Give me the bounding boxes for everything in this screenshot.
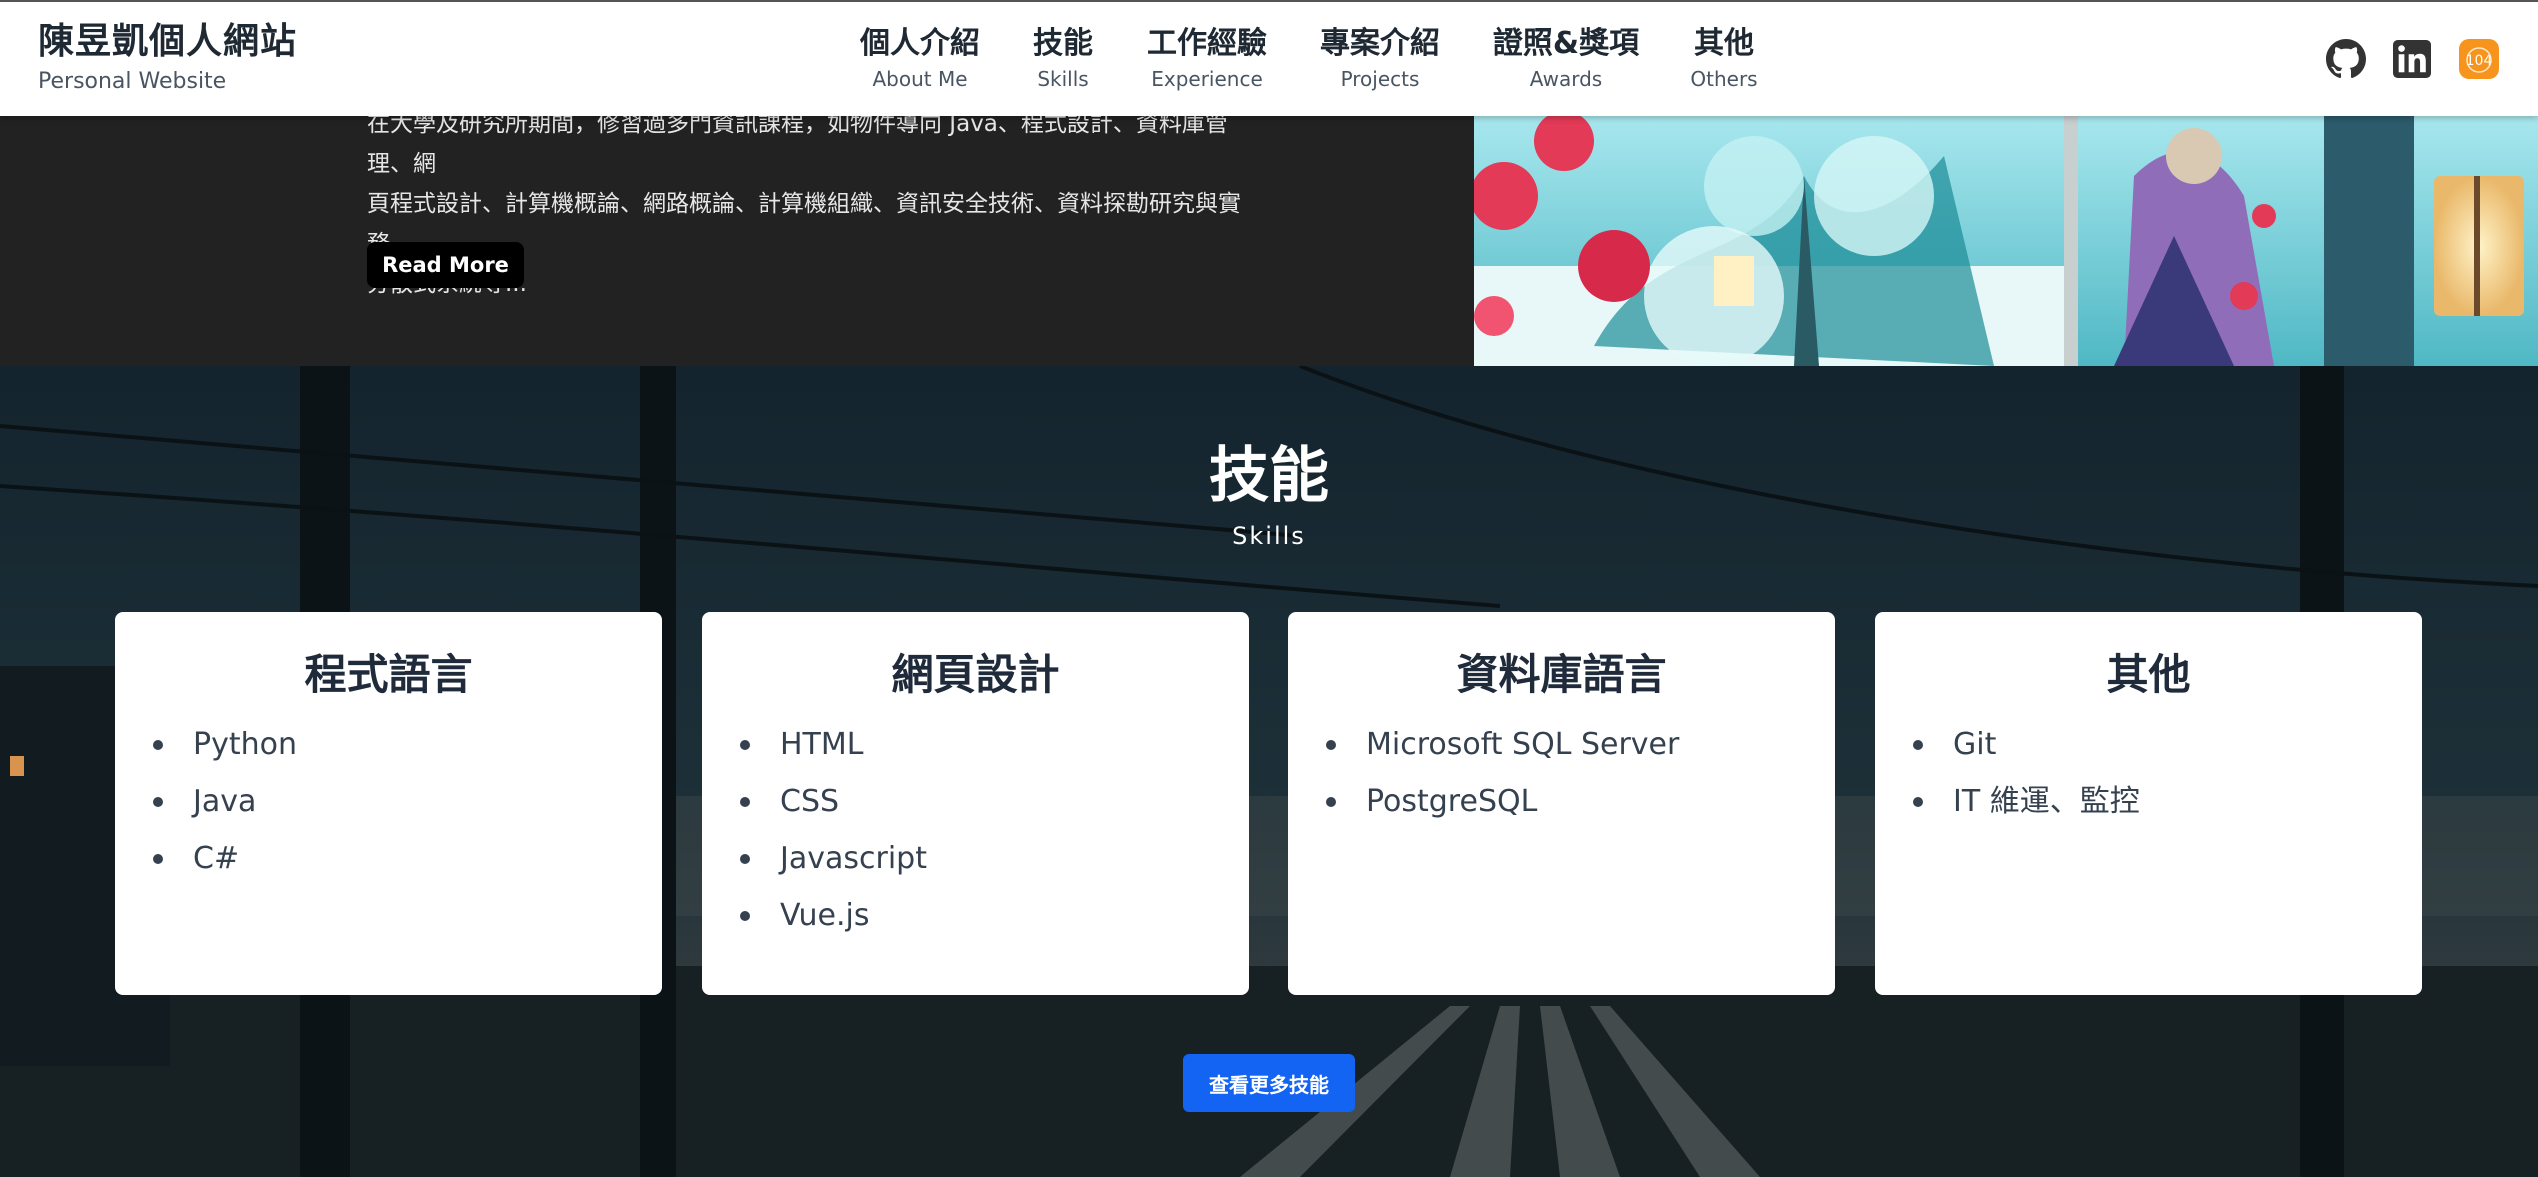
skill-card-title: 程式語言	[304, 650, 473, 699]
bullet-icon	[740, 739, 750, 750]
bullet-icon	[740, 910, 750, 921]
about-illustration	[1474, 116, 2538, 366]
skill-item-label: Vue.js	[780, 898, 870, 933]
navbar: 陳昱凱個人網站 Personal Website 個人介紹 About Me 技…	[0, 0, 2538, 116]
about-line: 在大學及研究所期間，修習過多門資訊課程，如物件導向 Java、程式設計、資料庫管…	[367, 116, 1228, 177]
bullet-icon	[153, 853, 163, 864]
nav-label-en: Awards	[1529, 67, 1603, 91]
bullet-icon	[740, 853, 750, 864]
anime-winter-scene-image	[1474, 116, 2538, 366]
github-icon	[2326, 39, 2366, 79]
skill-item-label: PostgreSQL	[1366, 784, 1538, 819]
nav-label-en: Skills	[1037, 67, 1089, 91]
more-skills-button[interactable]: 查看更多技能	[1183, 1054, 1355, 1112]
skill-card-database: 資料庫語言 Microsoft SQL Server PostgreSQL	[1288, 612, 1835, 995]
skill-item: Python	[153, 716, 662, 773]
nav-others[interactable]: 其他 Others	[1690, 24, 1757, 92]
skill-item: HTML	[740, 716, 1249, 773]
skill-card-title: 資料庫語言	[1456, 650, 1667, 699]
skill-card-title: 網頁設計	[891, 650, 1060, 699]
skills-subtitle: Skills	[1232, 522, 1306, 550]
nav-label-zh: 技能	[1033, 26, 1093, 61]
skill-item: Java	[153, 773, 662, 830]
bullet-icon	[1913, 796, 1923, 807]
skills-title: 技能	[1209, 441, 1329, 511]
nav-projects[interactable]: 專案介紹 Projects	[1320, 24, 1440, 92]
skill-item-label: HTML	[780, 727, 864, 762]
nav-label-zh: 證照&獎項	[1492, 26, 1640, 61]
skill-item-label: Python	[193, 727, 297, 762]
bullet-icon	[1326, 796, 1336, 807]
nav-label-en: Projects	[1340, 67, 1420, 91]
skill-list: Python Java C#	[115, 716, 662, 887]
skill-item-label: Git	[1953, 727, 1997, 762]
nav-label-zh: 個人介紹	[860, 26, 980, 61]
skill-list: HTML CSS Javascript Vue.js	[702, 716, 1249, 944]
about-section: 在大學及研究所期間，修習過多門資訊課程，如物件導向 Java、程式設計、資料庫管…	[0, 116, 1474, 366]
nav-skills[interactable]: 技能 Skills	[1033, 24, 1093, 92]
skill-card-others: 其他 Git IT 維運、監控	[1875, 612, 2422, 995]
linkedin-link[interactable]	[2391, 38, 2433, 80]
nav-label-zh: 其他	[1694, 26, 1754, 61]
bullet-icon	[1326, 739, 1336, 750]
skill-list: Microsoft SQL Server PostgreSQL	[1288, 716, 1835, 830]
nav-experience[interactable]: 工作經驗 Experience	[1147, 24, 1267, 92]
bullet-icon	[1913, 739, 1923, 750]
skill-item-label: Microsoft SQL Server	[1366, 727, 1680, 762]
nav-label-zh: 專案介紹	[1320, 26, 1440, 61]
skill-card-web-design: 網頁設計 HTML CSS Javascript Vue.js	[702, 612, 1249, 995]
job104-link[interactable]: 104	[2458, 38, 2500, 80]
skill-item: CSS	[740, 773, 1249, 830]
skill-card-programming: 程式語言 Python Java C#	[115, 612, 662, 995]
skill-card-title: 其他	[2106, 650, 2191, 699]
skill-item-label: Javascript	[780, 841, 927, 876]
bullet-icon	[740, 796, 750, 807]
nav-label-en: Others	[1690, 67, 1758, 91]
skill-item-label: IT 維運、監控	[1953, 784, 2140, 819]
nav-label-en: About Me	[872, 67, 968, 91]
skill-item: PostgreSQL	[1326, 773, 1835, 830]
linkedin-icon	[2393, 40, 2431, 78]
nav-awards[interactable]: 證照&獎項 Awards	[1493, 24, 1639, 92]
skill-item-label: C#	[193, 841, 240, 876]
nav-label-en: Experience	[1151, 67, 1263, 91]
skill-item: Git	[1913, 716, 2422, 773]
nav-about-me[interactable]: 個人介紹 About Me	[860, 24, 980, 92]
nav-label-zh: 工作經驗	[1147, 26, 1267, 61]
skill-item-label: Java	[193, 784, 257, 819]
skill-item: Vue.js	[740, 887, 1249, 944]
job104-label: 104	[2466, 53, 2493, 69]
skill-item-label: CSS	[780, 784, 840, 819]
read-more-button[interactable]: Read More	[367, 242, 524, 288]
github-link[interactable]	[2325, 38, 2367, 80]
skills-section: 技能 Skills 程式語言 Python Java C# 網頁設計 HTML …	[0, 366, 2538, 1177]
skill-item: Microsoft SQL Server	[1326, 716, 1835, 773]
bullet-icon	[153, 796, 163, 807]
skill-item: IT 維運、監控	[1913, 773, 2422, 830]
job104-icon: 104	[2459, 39, 2499, 79]
main-nav: 個人介紹 About Me 技能 Skills 工作經驗 Experience …	[0, 24, 2538, 94]
bullet-icon	[153, 739, 163, 750]
skill-item: C#	[153, 830, 662, 887]
skill-list: Git IT 維運、監控	[1875, 716, 2422, 830]
skill-item: Javascript	[740, 830, 1249, 887]
